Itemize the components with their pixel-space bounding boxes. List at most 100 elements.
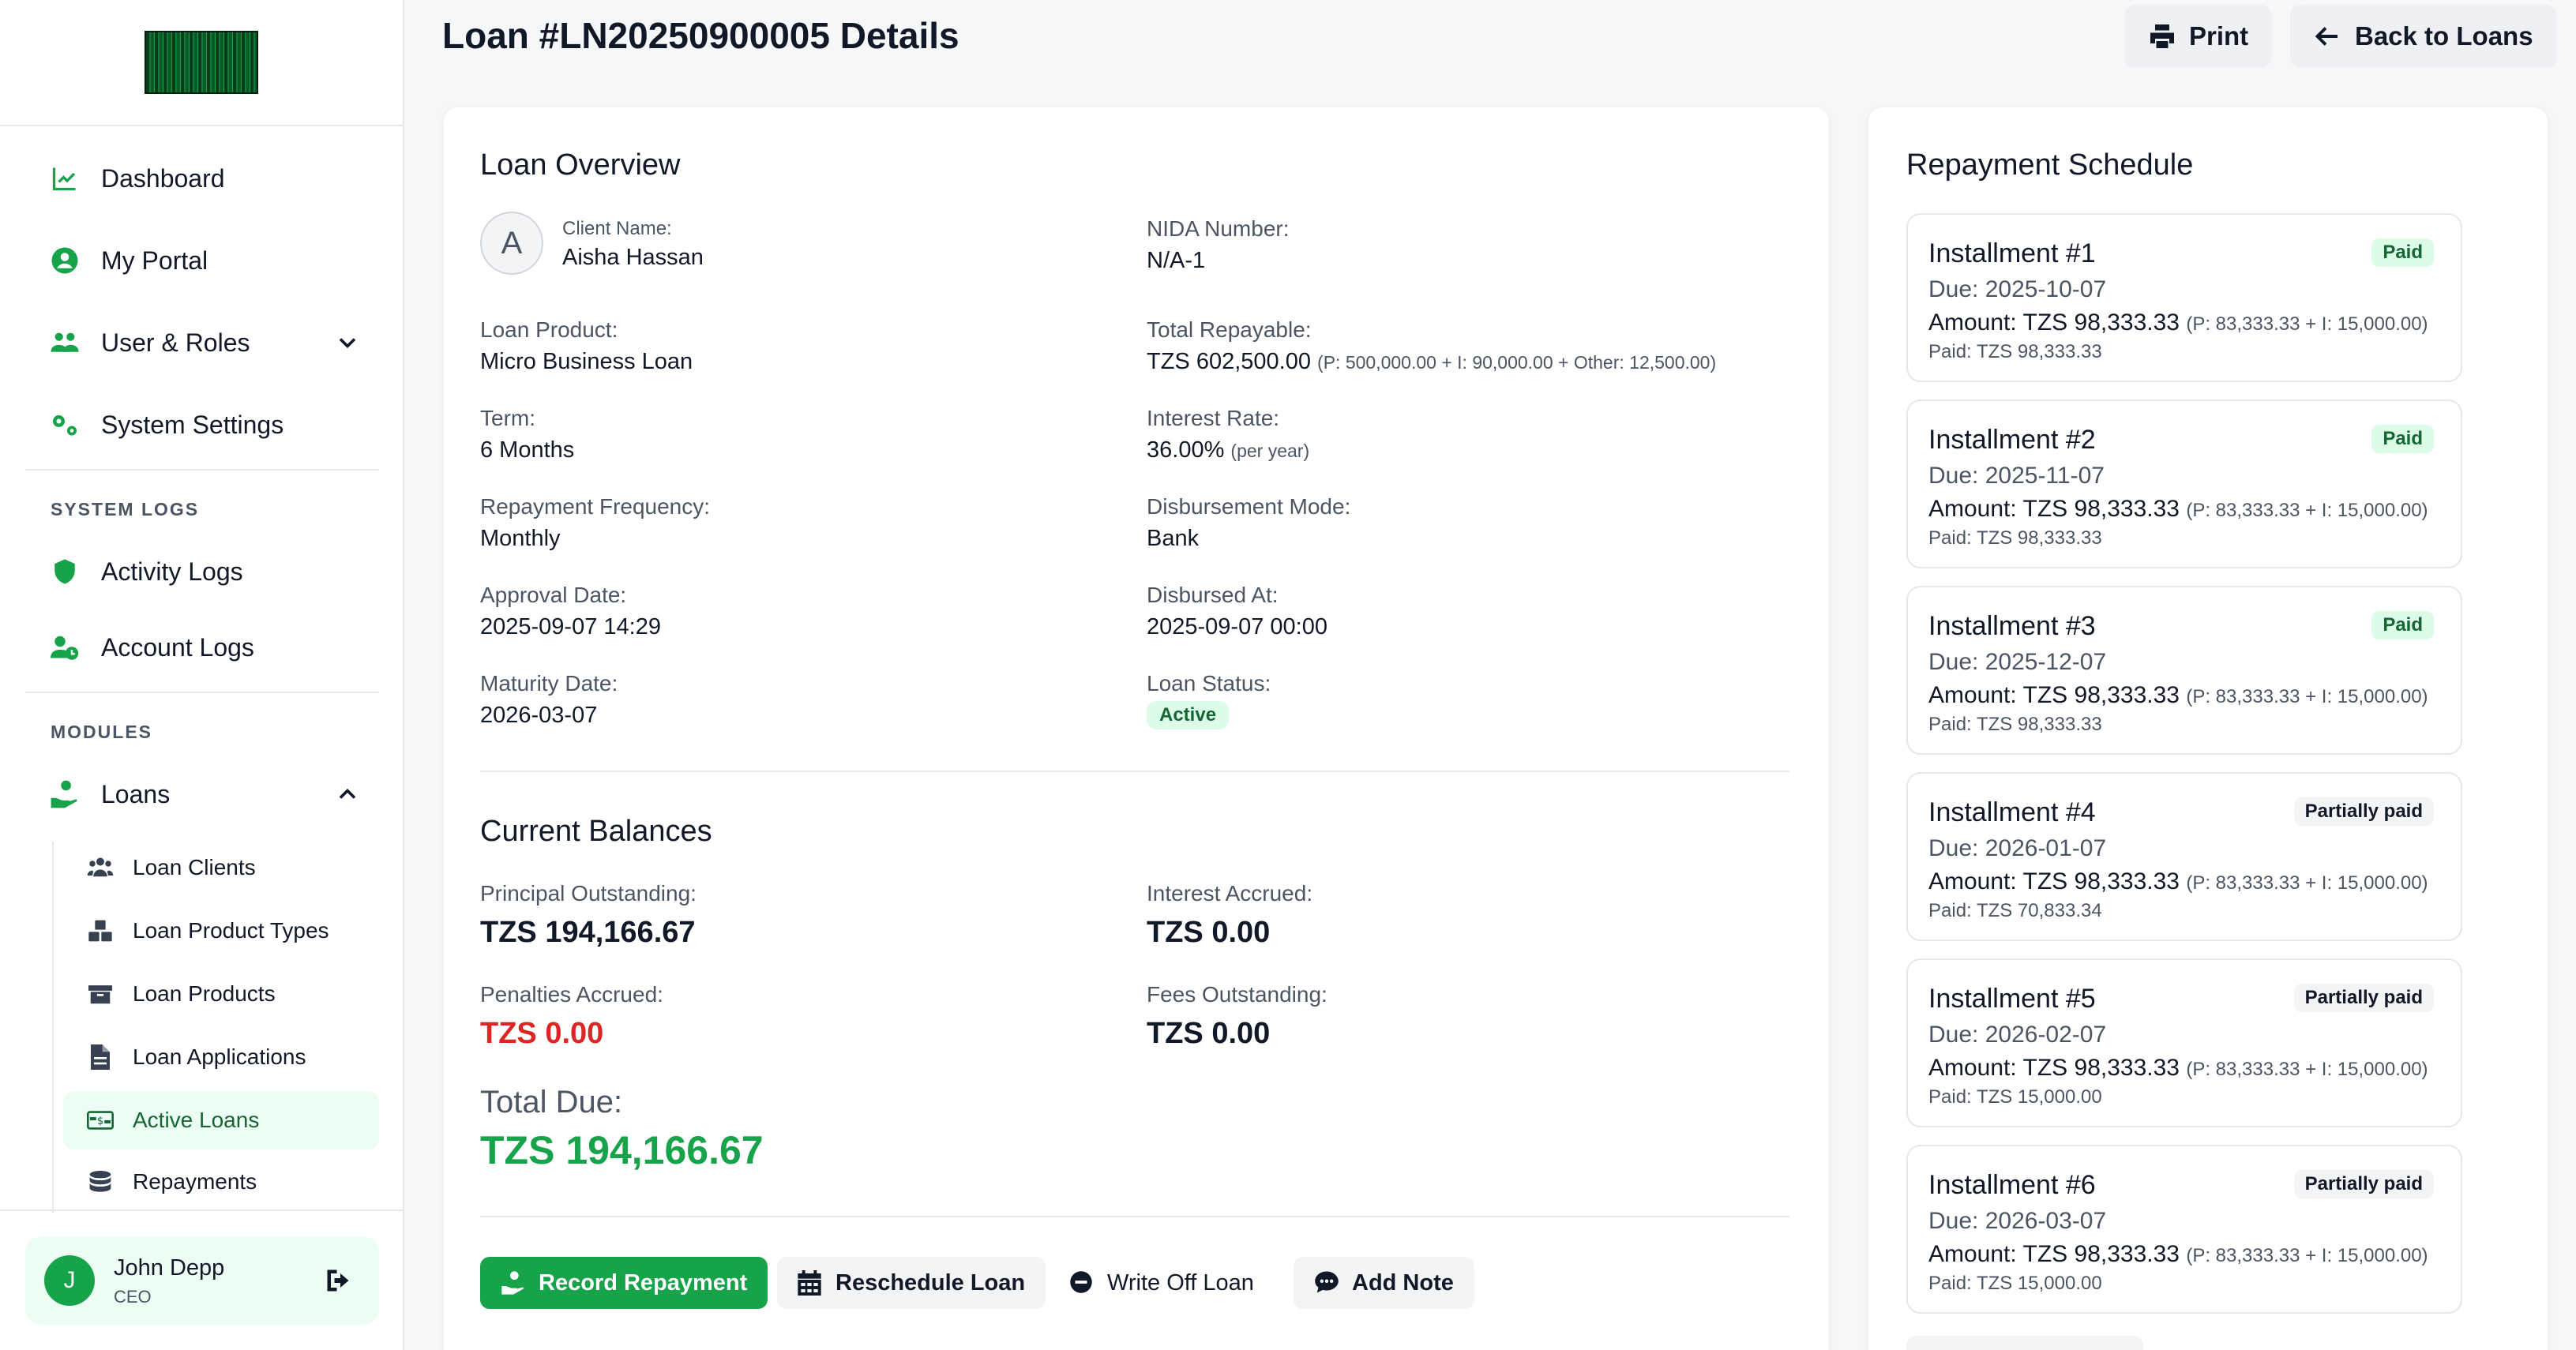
sidebar-item-label: Dashboard bbox=[101, 163, 225, 193]
add-note-button[interactable]: Add Note bbox=[1294, 1257, 1474, 1309]
user-name: John Depp bbox=[114, 1255, 225, 1281]
maturity-date-label: Maturity Date: bbox=[480, 671, 618, 696]
installment-amount: Amount: TZS 98,333.33 bbox=[1928, 1241, 2180, 1267]
sidebar-item-account-logs[interactable]: Account Logs bbox=[49, 632, 254, 663]
schedule-more-button[interactable] bbox=[1906, 1336, 2143, 1350]
boxes-icon bbox=[87, 917, 114, 944]
sidebar-item-user-roles[interactable]: User & Roles bbox=[49, 327, 356, 358]
installment-title: Installment #2 bbox=[1928, 425, 2096, 455]
fees-outstanding-label: Fees Outstanding: bbox=[1147, 982, 1327, 1007]
installment-due: Due: 2026-03-07 bbox=[1928, 1208, 2107, 1234]
installment-title: Installment #6 bbox=[1928, 1170, 2096, 1200]
status-badge: Paid bbox=[2371, 425, 2434, 453]
repayment-frequency-value: Monthly bbox=[480, 526, 561, 551]
divider bbox=[0, 1209, 403, 1211]
sidebar-item-my-portal[interactable]: My Portal bbox=[49, 245, 208, 276]
principal-outstanding-value: TZS 194,166.67 bbox=[480, 916, 696, 949]
sidebar-item-loans[interactable]: Loans bbox=[49, 778, 356, 810]
term-value: 6 Months bbox=[480, 437, 575, 463]
user-role: CEO bbox=[114, 1287, 152, 1307]
installment-amount: Amount: TZS 98,333.33 bbox=[1928, 496, 2180, 522]
sidebar-subitem-active-loans[interactable]: $ Active Loans bbox=[63, 1091, 379, 1149]
interest-accrued-label: Interest Accrued: bbox=[1147, 881, 1313, 906]
nida-label: NIDA Number: bbox=[1147, 216, 1290, 241]
installment-breakdown: (P: 83,333.33 + I: 15,000.00) bbox=[2186, 313, 2428, 335]
installment-paid: Paid: TZS 15,000.00 bbox=[1928, 1086, 2102, 1108]
installment-due: Due: 2025-11-07 bbox=[1928, 463, 2105, 489]
sidebar: Dashboard My Portal User & Roles System … bbox=[0, 0, 404, 1350]
record-repayment-button[interactable]: Record Repayment bbox=[480, 1257, 768, 1309]
submenu-rail bbox=[52, 842, 54, 1213]
sidebar-item-activity-logs[interactable]: Activity Logs bbox=[49, 556, 243, 587]
sidebar-subitem-repayments[interactable]: Repayments bbox=[63, 1153, 379, 1211]
loan-overview-title: Loan Overview bbox=[480, 148, 681, 182]
installment-amount: Amount: TZS 98,333.33 bbox=[1928, 309, 2180, 336]
sidebar-subitem-loan-products[interactable]: Loan Products bbox=[63, 965, 379, 1023]
sidebar-subitem-label: Loan Products bbox=[133, 981, 276, 1006]
installment-title: Installment #4 bbox=[1928, 797, 2096, 827]
installment-card: Installment #2 Paid Due: 2025-11-07 Amou… bbox=[1906, 399, 2462, 568]
sidebar-item-system-settings[interactable]: System Settings bbox=[49, 409, 284, 441]
sidebar-subitem-loan-applications[interactable]: Loan Applications bbox=[63, 1028, 379, 1086]
logo[interactable] bbox=[145, 31, 258, 94]
approval-date-label: Approval Date: bbox=[480, 583, 627, 607]
installment-title: Installment #5 bbox=[1928, 984, 2096, 1014]
logout-icon[interactable] bbox=[324, 1266, 352, 1295]
users-icon bbox=[49, 327, 81, 358]
divider bbox=[480, 771, 1789, 772]
user-card[interactable]: J John Depp CEO bbox=[25, 1236, 379, 1325]
money-bill-icon: $ bbox=[87, 1107, 114, 1134]
divider bbox=[25, 692, 379, 693]
disbursement-mode-label: Disbursement Mode: bbox=[1147, 494, 1351, 519]
sidebar-subitem-label: Loan Applications bbox=[133, 1044, 306, 1069]
interest-accrued-value: TZS 0.00 bbox=[1147, 916, 1271, 949]
back-label: Back to Loans bbox=[2355, 21, 2533, 51]
chevron-up-icon[interactable] bbox=[333, 780, 362, 808]
loan-product-value: Micro Business Loan bbox=[480, 349, 693, 374]
reschedule-loan-button[interactable]: Reschedule Loan bbox=[777, 1257, 1046, 1309]
print-button[interactable]: Print bbox=[2124, 5, 2273, 68]
approval-date-value: 2025-09-07 14:29 bbox=[480, 614, 661, 639]
file-icon bbox=[87, 1044, 114, 1071]
sidebar-subitem-label: Active Loans bbox=[133, 1108, 260, 1132]
installment-due: Due: 2026-01-07 bbox=[1928, 835, 2107, 861]
sidebar-item-dashboard[interactable]: Dashboard bbox=[49, 163, 225, 194]
term-label: Term: bbox=[480, 406, 535, 430]
installment-title: Installment #3 bbox=[1928, 611, 2096, 641]
installment-breakdown: (P: 83,333.33 + I: 15,000.00) bbox=[2186, 686, 2428, 707]
box-icon bbox=[87, 981, 114, 1007]
page-title: Loan #LN20250900005 Details bbox=[442, 15, 959, 56]
total-repayable-label: Total Repayable: bbox=[1147, 317, 1312, 342]
sidebar-item-label: Loans bbox=[101, 779, 171, 808]
repayment-schedule-title: Repayment Schedule bbox=[1906, 148, 2194, 182]
installment-amount-row: Amount: TZS 98,333.33 (P: 83,333.33 + I:… bbox=[1928, 309, 2428, 336]
client-avatar: A bbox=[480, 212, 543, 275]
sidebar-item-label: My Portal bbox=[101, 246, 208, 275]
installment-amount-row: Amount: TZS 98,333.33 (P: 83,333.33 + I:… bbox=[1928, 1055, 2428, 1082]
client-name: Aisha Hassan bbox=[562, 245, 704, 270]
interest-rate-row: 36.00% (per year) bbox=[1147, 437, 1309, 463]
sidebar-subitem-loan-clients[interactable]: Loan Clients bbox=[63, 838, 379, 897]
nida-value: N/A-1 bbox=[1147, 248, 1206, 273]
shield-icon bbox=[49, 556, 81, 587]
total-due-label: Total Due: bbox=[480, 1085, 623, 1119]
installment-paid: Paid: TZS 98,333.33 bbox=[1928, 714, 2102, 735]
current-balances-title: Current Balances bbox=[480, 815, 712, 848]
installment-amount-row: Amount: TZS 98,333.33 (P: 83,333.33 + I:… bbox=[1928, 682, 2428, 709]
installment-breakdown: (P: 83,333.33 + I: 15,000.00) bbox=[2186, 500, 2428, 521]
reschedule-loan-label: Reschedule Loan bbox=[836, 1269, 1026, 1296]
maturity-date-value: 2026-03-07 bbox=[480, 703, 598, 728]
back-to-loans-button[interactable]: Back to Loans bbox=[2290, 5, 2557, 68]
write-off-loan-label: Write Off Loan bbox=[1107, 1269, 1254, 1296]
status-badge: Partially paid bbox=[2293, 797, 2434, 826]
chevron-down-icon[interactable] bbox=[333, 328, 362, 357]
interest-rate-note: (per year) bbox=[1230, 441, 1310, 461]
interest-rate-label: Interest Rate: bbox=[1147, 406, 1280, 430]
sidebar-subitem-loan-product-types[interactable]: Loan Product Types bbox=[63, 902, 379, 960]
sidebar-subitem-label: Repayments bbox=[133, 1169, 257, 1194]
status-badge: Partially paid bbox=[2293, 1170, 2434, 1198]
installment-card: Installment #6 Partially paid Due: 2026-… bbox=[1906, 1145, 2462, 1314]
write-off-loan-button[interactable]: Write Off Loan bbox=[1049, 1257, 1275, 1309]
installment-paid: Paid: TZS 15,000.00 bbox=[1928, 1273, 2102, 1294]
status-badge: Paid bbox=[2371, 611, 2434, 639]
